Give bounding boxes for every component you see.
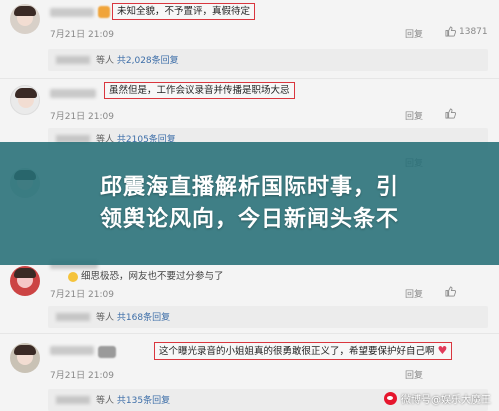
- watermark-text: 微博号@娱乐大魔王: [401, 395, 491, 406]
- comment-time: 7月21日 21:09: [50, 112, 114, 122]
- vip-badge-icon: [98, 346, 116, 358]
- like-count: 13871: [459, 26, 488, 37]
- comment-item: 未知全貌，不予置评，真假待定 7月21日 21:09 回复 13871 等人 共…: [0, 0, 499, 75]
- username-blurred[interactable]: [50, 346, 94, 355]
- headline-overlay: 邱震海直播解析国际时事，引 领舆论风向，今日新闻头条不: [0, 142, 499, 265]
- vip-badge-icon: [98, 6, 110, 18]
- replies-link[interactable]: 共168条回复: [117, 313, 170, 323]
- like-button[interactable]: 13871: [445, 26, 488, 37]
- weibo-watermark: 微博号@娱乐大魔王: [384, 391, 491, 406]
- thumbs-up-icon: [445, 26, 456, 37]
- avatar[interactable]: [10, 266, 40, 296]
- reply-button[interactable]: 回复: [405, 287, 423, 300]
- heart-icon: ♥: [437, 344, 448, 357]
- reply-button[interactable]: 回复: [405, 368, 423, 381]
- divider: [0, 78, 499, 79]
- like-button[interactable]: [445, 286, 456, 297]
- comment-text: 细思极恐，网友也不要过分参与了: [68, 268, 224, 282]
- replies-link[interactable]: 共2,028条回复: [117, 56, 179, 66]
- comment-time: 7月21日 21:09: [50, 290, 114, 300]
- headline-line-2: 领舆论风向，今日新闻头条不: [99, 206, 399, 232]
- comment-time: 7月21日 21:09: [50, 371, 114, 381]
- weibo-logo-icon: [384, 392, 397, 405]
- comment-text: 虽然但是，工作会议录音并传播是职场大忌: [104, 82, 295, 99]
- emoji-icon: [68, 271, 78, 282]
- comment-text: 未知全貌，不予置评，真假待定: [112, 3, 256, 20]
- comment-time: 7月21日 21:09: [50, 30, 114, 40]
- divider: [0, 333, 499, 334]
- headline-line-1: 邱震海直播解析国际时事，引: [99, 174, 399, 200]
- avatar[interactable]: [10, 4, 40, 34]
- thumbs-up-icon: [445, 286, 456, 297]
- avatar[interactable]: [10, 343, 40, 373]
- comment-item: 细思极恐，网友也不要过分参与了 7月21日 21:09 回复 等人 共168条回…: [0, 260, 499, 328]
- avatar[interactable]: [10, 85, 40, 115]
- replies-preview[interactable]: 等人 共2,028条回复: [48, 49, 488, 71]
- reply-button[interactable]: 回复: [405, 109, 423, 122]
- replies-link[interactable]: 共135条回复: [117, 396, 170, 406]
- username-blurred[interactable]: [50, 89, 96, 98]
- thumbs-up-icon: [445, 108, 456, 119]
- reply-button[interactable]: 回复: [405, 27, 423, 40]
- username-blurred[interactable]: [50, 8, 94, 17]
- like-button[interactable]: [445, 108, 456, 119]
- replies-preview[interactable]: 等人 共168条回复: [48, 306, 488, 328]
- comment-text: 这个曝光录音的小姐姐真的很勇敢很正义了，希望要保护好自己啊 ♥: [154, 342, 453, 360]
